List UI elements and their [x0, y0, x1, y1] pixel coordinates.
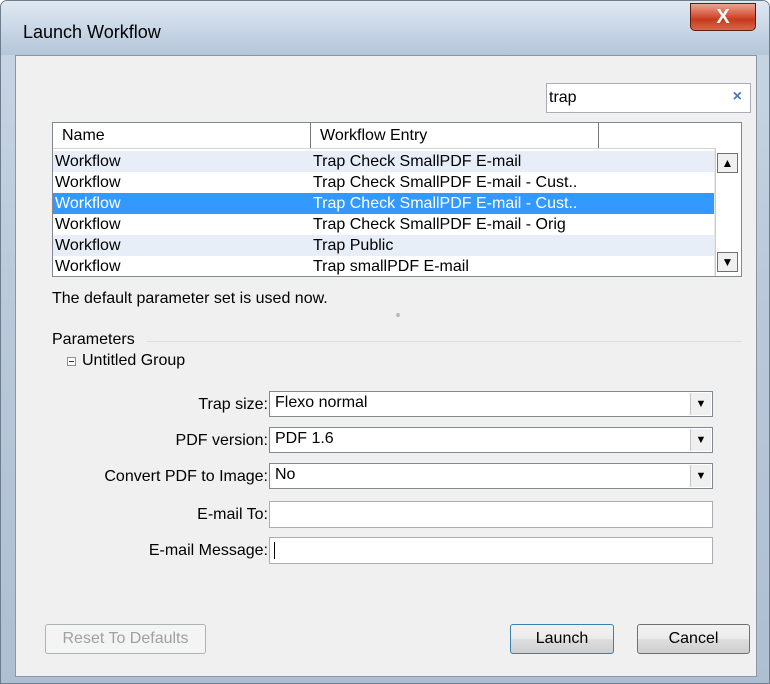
row-entry: Trap Check SmallPDF E-mail - Cust.. — [313, 195, 578, 212]
row-entry: Trap Check SmallPDF E-mail — [313, 153, 522, 170]
splitter-grip-icon[interactable] — [396, 313, 400, 317]
row-entry: Trap smallPDF E-mail — [313, 258, 469, 275]
title-bar[interactable]: Launch Workflow X — [1, 1, 769, 55]
column-header-extra[interactable] — [599, 123, 741, 148]
row-name: Workflow — [55, 195, 121, 212]
table-row[interactable]: Workflow Trap smallPDF E-mail — [53, 256, 714, 276]
status-text: The default parameter set is used now. — [52, 290, 328, 307]
pdf-version-select[interactable]: PDF 1.6 ▼ — [269, 427, 713, 453]
row-name: Workflow — [55, 174, 121, 191]
column-header-workflow-entry[interactable]: Workflow Entry — [311, 123, 599, 148]
dialog-content: × Name Workflow Entry Workflow Trap Chec… — [15, 55, 757, 677]
pdf-version-value: PDF 1.6 — [275, 430, 334, 447]
email-to-field[interactable] — [269, 501, 713, 528]
row-name: Workflow — [55, 216, 121, 233]
row-entry: Trap Check SmallPDF E-mail - Orig — [313, 216, 566, 233]
parameters-divider — [52, 341, 742, 342]
convert-pdf-select[interactable]: No ▼ — [269, 463, 713, 489]
workflow-table: Name Workflow Entry Workflow Trap Check … — [52, 122, 742, 277]
pdf-version-label: PDF version: — [175, 432, 268, 449]
table-row[interactable]: Workflow Trap Check SmallPDF E-mail — [53, 151, 714, 172]
trap-size-value: Flexo normal — [275, 394, 368, 411]
scroll-up-icon[interactable]: ▲ — [717, 153, 738, 173]
trap-size-select[interactable]: Flexo normal ▼ — [269, 391, 713, 417]
collapse-group-icon[interactable] — [67, 357, 76, 366]
reset-to-defaults-button[interactable]: Reset To Defaults — [45, 624, 206, 654]
search-box[interactable]: × — [546, 83, 751, 113]
table-row[interactable]: Workflow Trap Check SmallPDF E-mail - Or… — [53, 214, 714, 235]
cancel-button[interactable]: Cancel — [637, 624, 750, 654]
dropdown-arrow-icon[interactable]: ▼ — [690, 429, 711, 451]
row-name: Workflow — [55, 237, 121, 254]
dropdown-arrow-icon[interactable]: ▼ — [690, 465, 711, 487]
table-scrollbar[interactable]: ▲ ▼ — [714, 148, 741, 276]
scrollbar-track[interactable] — [715, 148, 716, 276]
row-entry: Trap Public — [313, 237, 394, 254]
convert-pdf-value: No — [275, 466, 296, 483]
window-title: Launch Workflow — [23, 22, 161, 42]
email-to-label: E-mail To: — [197, 506, 268, 523]
email-message-label: E-mail Message: — [148, 542, 268, 559]
table-row[interactable]: Workflow Trap Public — [53, 235, 714, 256]
table-row[interactable]: Workflow Trap Check SmallPDF E-mail - Cu… — [53, 172, 714, 193]
parameters-heading: Parameters — [52, 331, 147, 349]
row-name: Workflow — [55, 258, 121, 275]
trap-size-label: Trap size: — [198, 396, 268, 413]
convert-pdf-label: Convert PDF to Image: — [104, 468, 268, 485]
group-label: Untitled Group — [82, 352, 186, 369]
row-name: Workflow — [55, 153, 121, 170]
table-row-selected[interactable]: Workflow Trap Check SmallPDF E-mail - Cu… — [53, 193, 714, 214]
column-header-name[interactable]: Name — [53, 123, 311, 148]
text-caret — [274, 542, 275, 559]
table-header: Name Workflow Entry — [53, 123, 741, 149]
dropdown-arrow-icon[interactable]: ▼ — [690, 393, 711, 415]
email-message-field[interactable] — [269, 537, 713, 564]
launch-workflow-dialog: Launch Workflow X × Name Workflow Entry … — [0, 0, 770, 684]
search-input[interactable] — [549, 87, 719, 109]
row-entry: Trap Check SmallPDF E-mail - Cust.. — [313, 174, 578, 191]
scroll-down-icon[interactable]: ▼ — [717, 252, 738, 272]
launch-button[interactable]: Launch — [510, 624, 614, 654]
clear-search-icon[interactable]: × — [733, 88, 742, 106]
close-button[interactable]: X — [690, 3, 756, 31]
